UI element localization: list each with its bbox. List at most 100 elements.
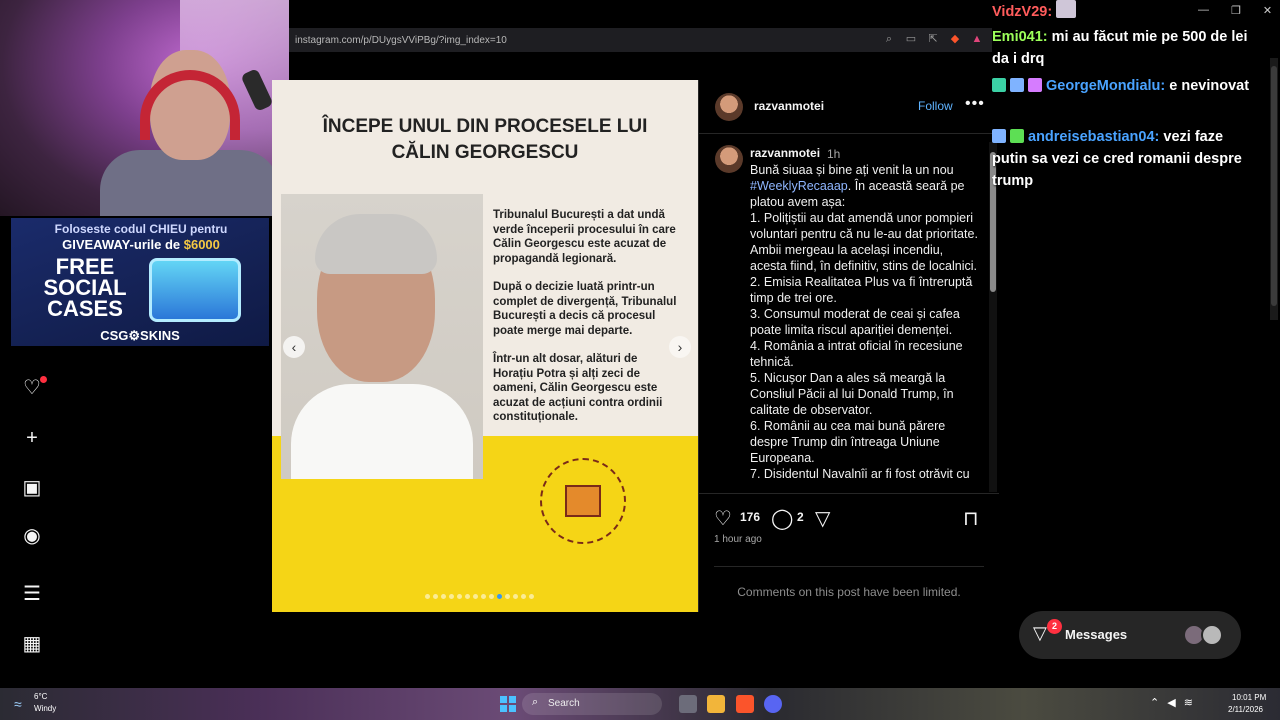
search-label: Search xyxy=(548,698,580,709)
carousel-next-button[interactable]: › xyxy=(669,336,691,358)
weather-condition[interactable]: Windy xyxy=(34,704,56,713)
clock-date[interactable]: 2/11/2026 xyxy=(1228,705,1263,714)
carousel-dot xyxy=(457,594,462,599)
comment-icon[interactable]: ◯ xyxy=(771,506,793,531)
like-count[interactable]: 176 xyxy=(740,510,760,524)
file-explorer-icon[interactable] xyxy=(707,695,725,713)
portrait-photo xyxy=(281,194,483,479)
gift-badge-icon xyxy=(1010,129,1024,143)
profile-avatar-icon[interactable]: ◉ xyxy=(20,524,44,548)
tray-chevron-icon[interactable]: ⌃ xyxy=(1150,696,1159,709)
windows-taskbar: ≈ 6°C Windy ⌕ Search ⌃ ◀ ≋ 10:01 PM 2/11… xyxy=(0,688,1280,720)
post-carousel-image[interactable]: ÎNCEPE UNUL DIN PROCESELE LUI CĂLIN GEOR… xyxy=(272,80,698,612)
save-bookmark-icon[interactable]: ⊓ xyxy=(963,506,979,531)
author-avatar[interactable] xyxy=(715,93,743,121)
close-icon[interactable]: ✕ xyxy=(1263,4,1272,17)
gift-badge-icon xyxy=(1028,78,1042,92)
maximize-icon[interactable]: ❐ xyxy=(1231,4,1241,17)
ad-code-line: Foloseste codul CHIEU pentru xyxy=(54,222,228,236)
brave-shield-icon[interactable]: ◆ xyxy=(948,32,962,46)
insights-chart-icon[interactable]: ▣ xyxy=(20,476,44,500)
post-caption: razvanmotei 1h Bună siuaa și bine ați ve… xyxy=(699,142,989,494)
ad-giveaway-prefix: GIVEAWAY-urile de xyxy=(62,237,184,252)
carousel-dot xyxy=(513,594,518,599)
share-send-icon[interactable]: ▽ xyxy=(815,506,830,531)
messages-badge: 2 xyxy=(1047,619,1062,634)
carousel-dot xyxy=(481,594,486,599)
ad-giveaway-line: GIVEAWAY-urile de $6000 xyxy=(17,237,265,252)
caption-item: 4. România a intrat oficial în recesiune… xyxy=(750,339,963,369)
image-headline: ÎNCEPE UNUL DIN PROCESELE LUI CĂLIN GEOR… xyxy=(322,116,648,163)
brave-browser-icon[interactable] xyxy=(736,695,754,713)
caption-item: 1. Polițiștii au dat amendă unor pompier… xyxy=(750,211,978,273)
portrait-shirt xyxy=(291,384,473,479)
chat-message: GeorgeMondialu: e nevinovat xyxy=(992,75,1254,97)
chat-username: Emi041: xyxy=(992,29,1048,45)
caption-item: 6. Românii au cea mai bună părere despre… xyxy=(750,419,946,465)
url-text[interactable]: instagram.com/p/DUygsVViPBg/?img_index=1… xyxy=(295,35,507,46)
carousel-dots xyxy=(425,594,534,599)
messages-button[interactable]: ▽ 2 Messages xyxy=(1019,611,1241,659)
weekly-recap-stamp xyxy=(540,458,626,544)
start-button[interactable] xyxy=(500,696,516,712)
image-paragraph: Tribunalul București a dat undă verde în… xyxy=(493,209,676,265)
caption-avatar[interactable] xyxy=(715,145,743,173)
post-detail-panel: razvanmotei Follow ••• razvanmotei 1h Bu… xyxy=(698,80,999,612)
share-icon[interactable]: ⇱ xyxy=(926,32,940,46)
post-age: 1 hour ago xyxy=(714,534,762,545)
image-paragraph: După o decizie luată printr-un complet d… xyxy=(493,281,677,337)
comments-limited-notice: Comments on this post have been limited. xyxy=(714,566,984,599)
sponsor-banner: Foloseste codul CHIEU pentru GIVEAWAY-ur… xyxy=(11,218,269,346)
page-scroll-thumb[interactable] xyxy=(1271,66,1277,306)
like-heart-icon[interactable]: ♡ xyxy=(714,506,732,531)
webcam-feed xyxy=(0,0,289,216)
discord-icon[interactable] xyxy=(764,695,782,713)
carousel-dot xyxy=(489,594,494,599)
network-icon[interactable]: ≋ xyxy=(1184,696,1193,709)
chat-message: andreisebastian04: vezi faze putin sa ve… xyxy=(992,126,1254,192)
zoom-icon[interactable]: ⌕ xyxy=(882,32,896,46)
chat-username: GeorgeMondialu: xyxy=(1046,78,1166,94)
clock-time[interactable]: 10:01 PM xyxy=(1232,693,1266,702)
taskbar-search[interactable]: ⌕ Search xyxy=(522,693,662,715)
carousel-dot xyxy=(449,594,454,599)
more-options-icon[interactable]: ••• xyxy=(965,95,985,113)
create-plus-icon[interactable]: + xyxy=(20,426,44,450)
weather-temp[interactable]: 6°C xyxy=(34,692,47,701)
menu-icon[interactable]: ☰ xyxy=(20,582,44,606)
minimize-icon[interactable]: — xyxy=(1198,4,1209,17)
caption-item: 5. Nicușor Dan a ales să meargă la Consl… xyxy=(750,371,954,417)
follow-button[interactable]: Follow xyxy=(918,99,953,113)
window-controls: — ❐ ✕ xyxy=(1198,4,1272,17)
caption-time: 1h xyxy=(827,147,841,161)
caption-username[interactable]: razvanmotei xyxy=(750,146,820,160)
portrait-hair xyxy=(315,214,437,274)
rewards-icon[interactable]: ▲ xyxy=(970,32,984,46)
chat-username: andreisebastian04: xyxy=(1028,129,1160,145)
carousel-prev-button[interactable]: ‹ xyxy=(283,336,305,358)
post-header: razvanmotei Follow ••• xyxy=(699,80,999,134)
cast-icon[interactable]: ▭ xyxy=(904,32,918,46)
chat-username: VidzV29: xyxy=(992,4,1053,20)
carousel-dot xyxy=(521,594,526,599)
chat-emote-icon xyxy=(1056,0,1077,18)
messenger-icon: ▽ xyxy=(1033,623,1047,643)
search-icon: ⌕ xyxy=(532,696,539,708)
notification-dot xyxy=(40,376,47,383)
caption-item: 7. Disidentul Navalnîi ar fi fost otrăvi… xyxy=(750,467,970,481)
weather-wind-icon[interactable]: ≈ xyxy=(14,696,22,712)
carousel-dot xyxy=(473,594,478,599)
ad-free-cases: FREE SOCIAL CASES xyxy=(43,254,127,321)
comment-count[interactable]: 2 xyxy=(797,510,804,524)
author-username[interactable]: razvanmotei xyxy=(754,99,824,113)
carousel-dot xyxy=(441,594,446,599)
chat-badge-icon xyxy=(992,78,1006,92)
address-bar[interactable]: instagram.com/p/DUygsVViPBg/?img_index=1… xyxy=(289,28,992,52)
volume-icon[interactable]: ◀ xyxy=(1167,696,1175,709)
chat-text: e nevinovat xyxy=(1165,78,1250,94)
page-scrollbar[interactable] xyxy=(1270,58,1278,320)
more-apps-icon[interactable]: ▦ xyxy=(20,632,44,656)
carousel-dot xyxy=(465,594,470,599)
caption-hashtag[interactable]: #WeeklyRecaaap xyxy=(750,179,848,193)
task-view-icon[interactable] xyxy=(679,695,697,713)
